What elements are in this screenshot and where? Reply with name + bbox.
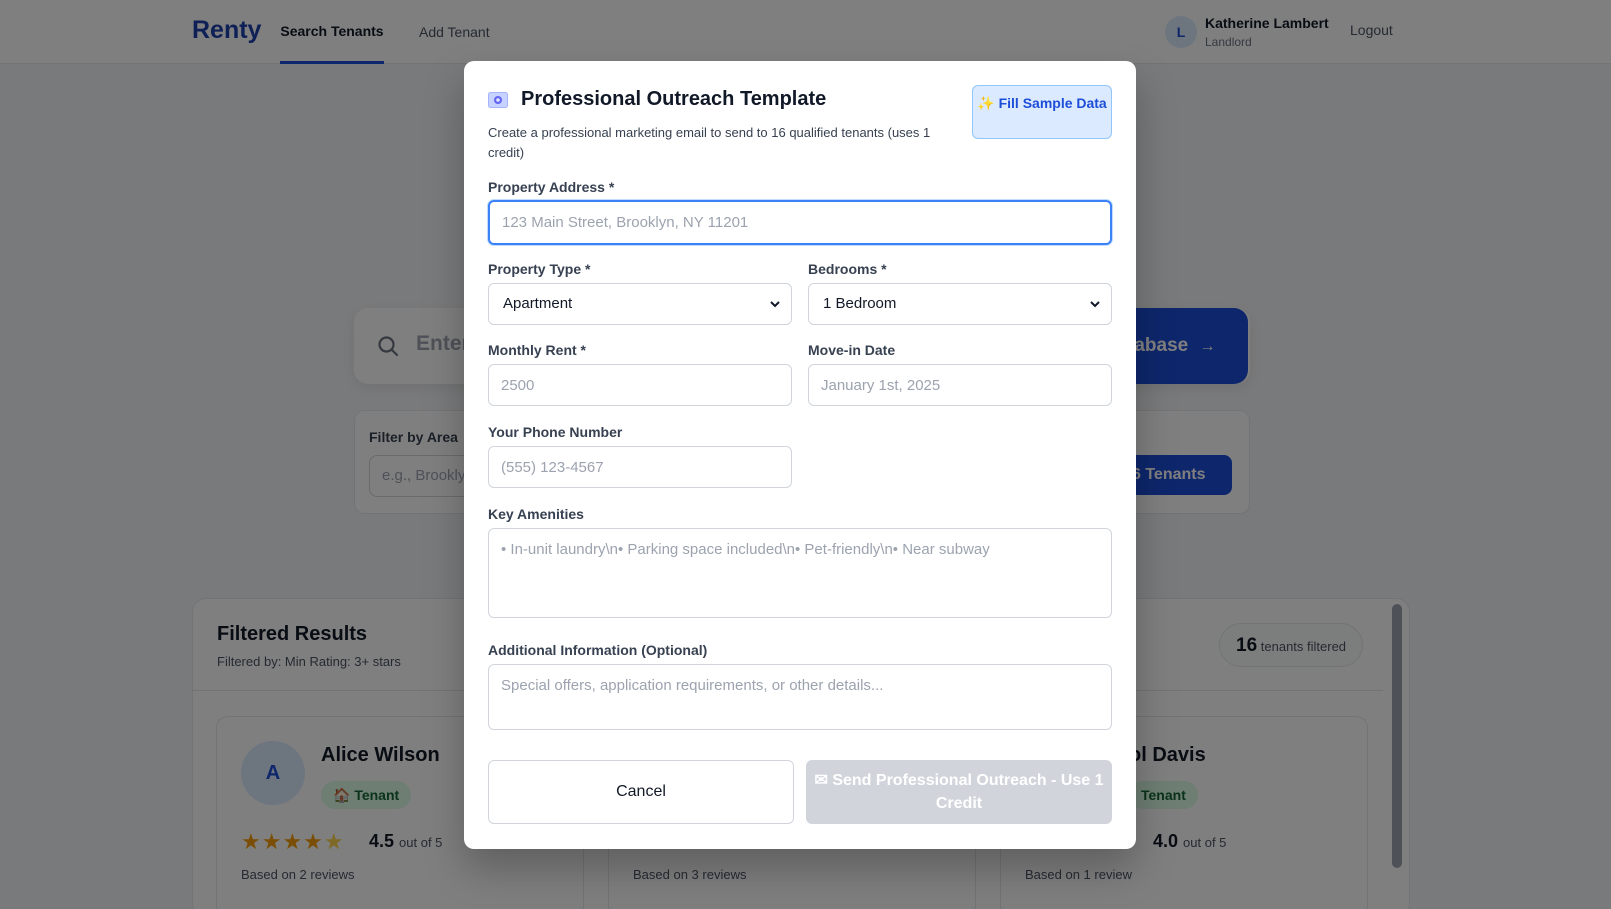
fill-sample-data-button[interactable]: ✨ Fill Sample Data bbox=[972, 85, 1112, 139]
phone-input[interactable] bbox=[488, 446, 792, 488]
envelope-icon: ✉ bbox=[814, 772, 828, 789]
bedrooms-select[interactable]: 1 Bedroom bbox=[808, 283, 1112, 325]
monthly-rent-input[interactable] bbox=[488, 364, 792, 406]
key-amenities-textarea[interactable] bbox=[488, 528, 1112, 618]
phone-label: Your Phone Number bbox=[488, 424, 623, 440]
chevron-down-icon bbox=[770, 301, 780, 308]
modal-subtitle: Create a professional marketing email to… bbox=[488, 125, 931, 160]
send-outreach-button[interactable]: ✉ Send Professional Outreach - Use 1 Cre… bbox=[806, 760, 1112, 824]
property-type-value: Apartment bbox=[503, 295, 573, 312]
additional-info-textarea[interactable] bbox=[488, 664, 1112, 730]
bedrooms-label: Bedrooms * bbox=[808, 261, 887, 277]
monthly-rent-label: Monthly Rent * bbox=[488, 342, 586, 358]
send-outreach-label: Send Professional Outreach - Use 1 Credi… bbox=[832, 772, 1104, 812]
property-type-select[interactable]: Apartment bbox=[488, 283, 792, 325]
key-amenities-label: Key Amenities bbox=[488, 506, 584, 522]
sparkles-icon: ✨ bbox=[977, 95, 995, 111]
bedrooms-value: 1 Bedroom bbox=[823, 295, 897, 312]
property-address-input[interactable] bbox=[488, 200, 1112, 245]
chevron-down-icon bbox=[1090, 301, 1100, 308]
fill-sample-label: Fill Sample Data bbox=[998, 95, 1107, 111]
outreach-modal: Professional Outreach Template Create a … bbox=[464, 61, 1136, 849]
move-in-date-label: Move-in Date bbox=[808, 342, 896, 358]
cancel-button[interactable]: Cancel bbox=[488, 760, 794, 824]
camera-icon bbox=[488, 92, 508, 108]
modal-title: Professional Outreach Template bbox=[521, 88, 827, 110]
additional-info-label: Additional Information (Optional) bbox=[488, 642, 708, 658]
property-address-label: Property Address * bbox=[488, 179, 615, 195]
property-type-label: Property Type * bbox=[488, 261, 591, 277]
move-in-date-input[interactable] bbox=[808, 364, 1112, 406]
